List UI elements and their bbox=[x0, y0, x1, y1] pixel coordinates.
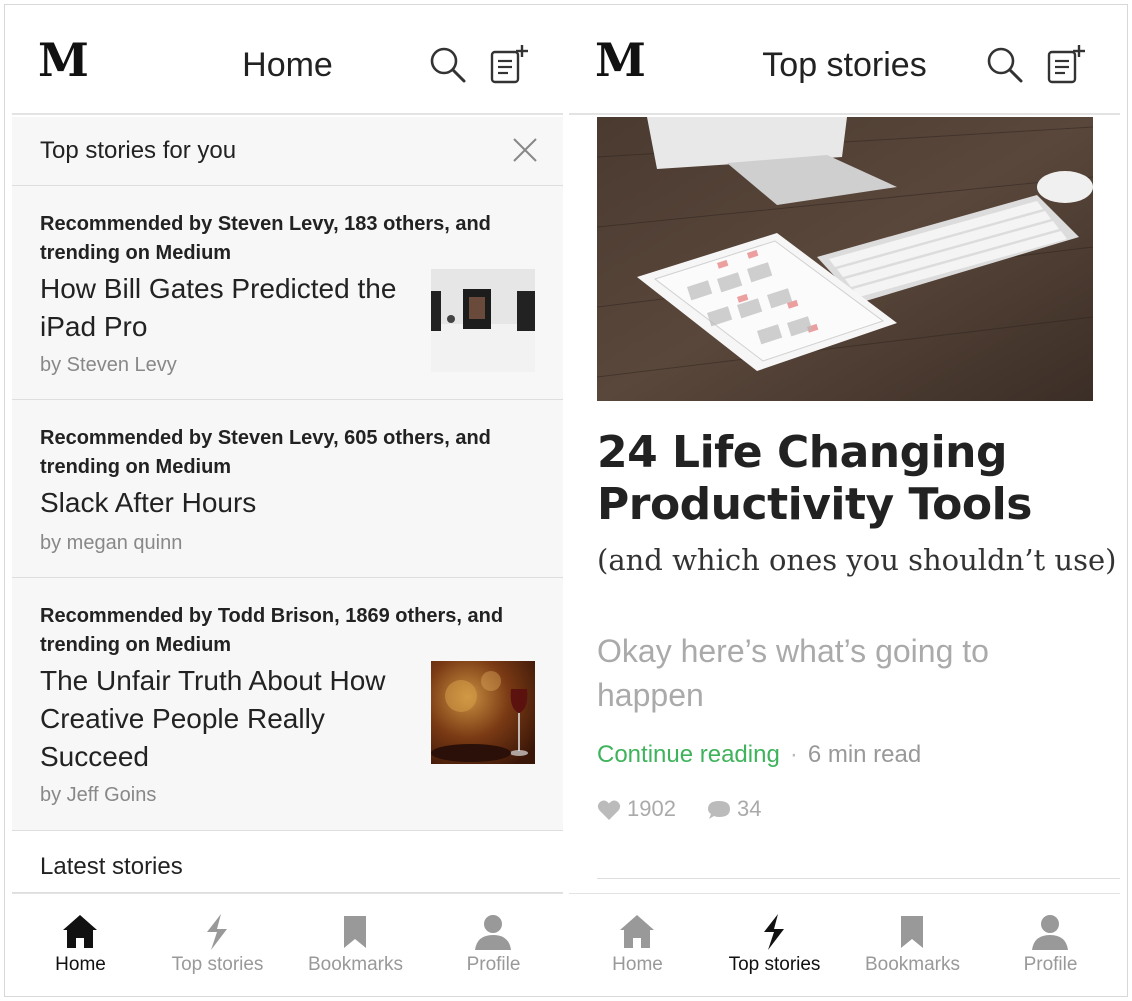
tab-label: Top stories bbox=[728, 954, 821, 975]
tab-top-stories[interactable]: Top stories bbox=[149, 894, 286, 996]
story-card[interactable]: Recommended by Steven Levy, 183 others, … bbox=[12, 186, 563, 400]
story-author[interactable]: by Steven Levy bbox=[40, 354, 177, 377]
home-icon bbox=[620, 915, 654, 948]
home-screen: M Home Top stories for you Recommended b… bbox=[12, 5, 563, 996]
latest-stories-header: Latest stories bbox=[12, 831, 563, 893]
story-card[interactable]: Recommended by Todd Brison, 1869 others,… bbox=[12, 578, 563, 831]
read-time: 6 min read bbox=[807, 741, 922, 768]
page-title: Home bbox=[242, 46, 333, 84]
tab-profile[interactable]: Profile bbox=[982, 894, 1119, 996]
top-stories-banner: Top stories for you bbox=[12, 117, 563, 186]
story-title[interactable]: Slack After Hours bbox=[40, 484, 520, 522]
recommend-button[interactable]: 1902 bbox=[597, 795, 687, 825]
home-icon bbox=[63, 915, 97, 948]
compose-icon[interactable] bbox=[1045, 43, 1089, 87]
story-thumbnail[interactable] bbox=[431, 269, 535, 372]
story-title[interactable]: The Unfair Truth About How Creative Peop… bbox=[40, 662, 410, 776]
article-title[interactable]: 24 Life Changing Productivity Tools bbox=[597, 427, 1077, 531]
section-title: Latest stories bbox=[40, 853, 183, 880]
heart-icon bbox=[597, 800, 621, 820]
tab-bar: Home Top stories Bookmarks Profile bbox=[12, 893, 563, 996]
story-title[interactable]: How Bill Gates Predicted the iPad Pro bbox=[40, 270, 410, 346]
divider bbox=[597, 878, 1120, 879]
story-author[interactable]: by Jeff Goins bbox=[40, 784, 156, 807]
tab-top-stories[interactable]: Top stories bbox=[706, 894, 843, 996]
tab-home[interactable]: Home bbox=[12, 894, 149, 996]
tab-label: Profile bbox=[1023, 954, 1078, 975]
app-header: M Home bbox=[12, 5, 563, 115]
comment-icon bbox=[708, 801, 730, 819]
article-subtitle: (and which ones you shouldn’t use) bbox=[597, 543, 1117, 577]
story-author[interactable]: by megan quinn bbox=[40, 532, 182, 555]
tab-label: Top stories bbox=[171, 954, 264, 975]
banner-title: Top stories for you bbox=[40, 137, 237, 164]
top-stories-screen: M Top stories 24 Life Changing Productiv… bbox=[569, 5, 1120, 996]
search-icon[interactable] bbox=[983, 43, 1027, 87]
recommendation-text: Recommended by Todd Brison, 1869 others,… bbox=[40, 605, 504, 656]
recommendation-text: Recommended by Steven Levy, 183 others, … bbox=[40, 213, 491, 264]
tab-profile[interactable]: Profile bbox=[425, 894, 562, 996]
meta-separator: · bbox=[789, 741, 798, 768]
story-thumbnail[interactable] bbox=[431, 661, 535, 764]
close-icon[interactable] bbox=[512, 137, 538, 163]
profile-icon bbox=[475, 915, 511, 950]
bolt-icon bbox=[764, 914, 784, 950]
app-header: M Top stories bbox=[569, 5, 1120, 115]
tab-bookmarks[interactable]: Bookmarks bbox=[844, 894, 981, 996]
tab-label: Home bbox=[55, 954, 106, 975]
tab-label: Bookmarks bbox=[307, 954, 404, 975]
tab-bookmarks[interactable]: Bookmarks bbox=[287, 894, 424, 996]
tab-label: Bookmarks bbox=[864, 954, 961, 975]
article-meta: Continue reading · 6 min read bbox=[597, 741, 921, 769]
search-icon[interactable] bbox=[426, 43, 470, 87]
responses-count: 34 bbox=[737, 796, 762, 821]
tab-label: Profile bbox=[466, 954, 521, 975]
likes-count: 1902 bbox=[627, 796, 676, 821]
bookmark-icon bbox=[344, 916, 366, 948]
compose-icon[interactable] bbox=[488, 43, 532, 87]
bolt-icon bbox=[207, 914, 227, 950]
profile-icon bbox=[1032, 915, 1068, 950]
responses-button[interactable]: 34 bbox=[707, 795, 777, 825]
page-title: Top stories bbox=[762, 46, 927, 84]
article-lead: Okay here’s what’s going to happen bbox=[597, 633, 989, 713]
story-card[interactable]: Recommended by Steven Levy, 605 others, … bbox=[12, 400, 563, 578]
tab-home[interactable]: Home bbox=[569, 894, 706, 996]
tab-bar: Home Top stories Bookmarks Profile bbox=[569, 893, 1120, 996]
recommendation-text: Recommended by Steven Levy, 605 others, … bbox=[40, 427, 491, 478]
bookmark-icon bbox=[901, 916, 923, 948]
tab-label: Home bbox=[612, 954, 663, 975]
article-hero-image[interactable] bbox=[597, 117, 1093, 401]
continue-reading-link[interactable]: Continue reading bbox=[597, 741, 780, 768]
